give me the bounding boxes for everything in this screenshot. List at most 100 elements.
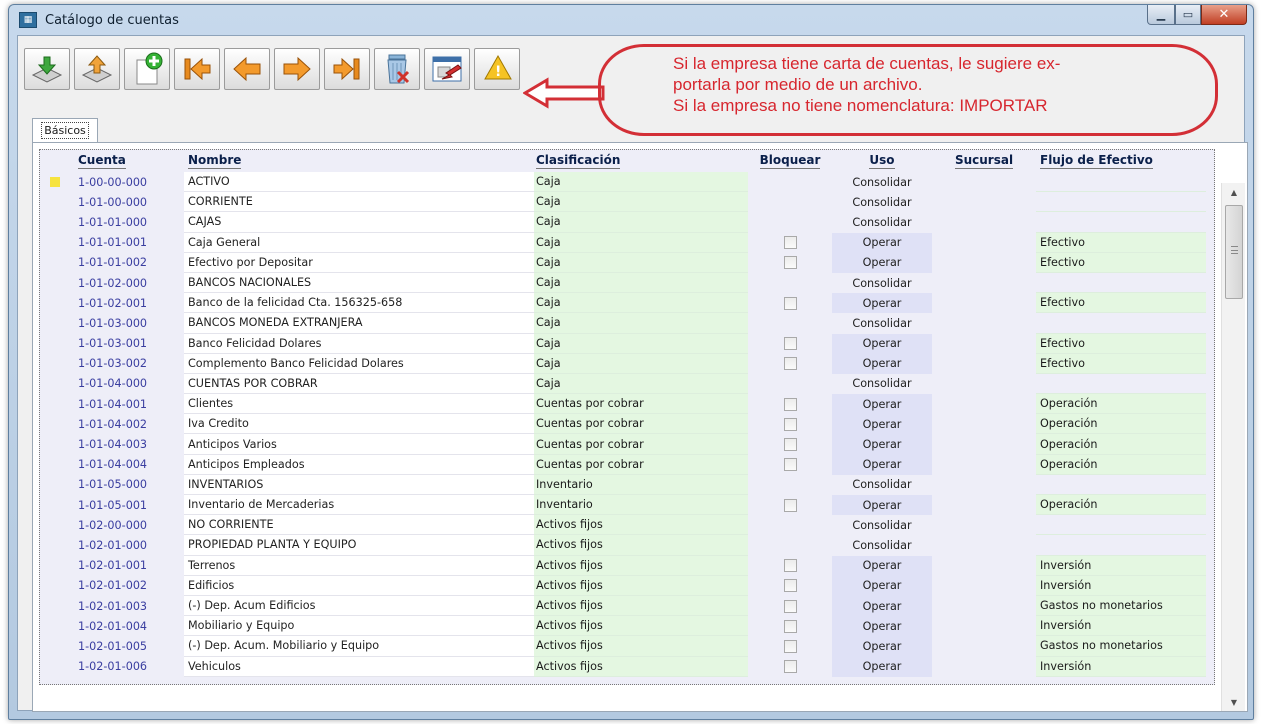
cell-flujo[interactable]: Operación [1036,414,1206,435]
cell-flujo[interactable]: Inversión [1036,616,1206,637]
header-sucursal[interactable]: Sucursal [932,153,1036,169]
cell-bloquear[interactable] [748,475,832,495]
cell-clasificacion[interactable]: Caja [534,313,748,334]
cell-uso[interactable]: Consolidar [832,515,932,535]
export-up-button[interactable] [74,48,120,90]
cell-cuenta[interactable]: 1-01-01-001 [40,233,184,253]
cell-uso[interactable]: Operar [832,555,932,576]
header-uso[interactable]: Uso [832,153,932,169]
import-window-button[interactable] [424,48,470,90]
cell-sucursal[interactable] [932,212,1036,232]
cell-nombre[interactable]: Efectivo por Depositar [184,252,534,273]
scroll-thumb[interactable] [1225,205,1243,299]
cell-sucursal[interactable] [932,616,1036,636]
bloquear-checkbox[interactable] [783,619,797,633]
cell-flujo[interactable] [1036,212,1206,233]
table-row[interactable]: 1-01-02-001 Banco de la felicidad Cta. 15… [40,293,1214,314]
header-nombre[interactable]: Nombre [184,153,534,169]
cell-sucursal[interactable] [932,233,1036,253]
table-row[interactable]: 1-01-02-000 BANCOS NACIONALES Caja Consolid… [40,272,1214,294]
cell-bloquear[interactable] [748,495,832,516]
cell-clasificacion[interactable]: Inventario [534,474,748,495]
cell-uso[interactable]: Consolidar [832,192,932,212]
cell-flujo[interactable]: Efectivo [1036,293,1206,314]
cell-flujo[interactable] [1036,172,1206,193]
cell-sucursal[interactable] [932,354,1036,374]
cell-sucursal[interactable] [932,535,1036,555]
bloquear-checkbox[interactable] [783,397,797,411]
cell-sucursal[interactable] [932,434,1036,454]
cell-clasificacion[interactable]: Activos fijos [534,616,748,637]
cell-sucursal[interactable] [932,556,1036,576]
header-clasificacion[interactable]: Clasificación [534,153,748,169]
cell-flujo[interactable]: Efectivo [1036,232,1206,253]
table-row[interactable]: 1-02-00-000 NO CORRIENTE Activos fijos Cons… [40,515,1214,536]
last-record-button[interactable] [324,48,370,90]
cell-nombre[interactable]: BANCOS NACIONALES [184,272,534,294]
cell-flujo[interactable] [1036,475,1206,495]
maximize-button[interactable]: ▭ [1175,5,1201,25]
cell-clasificacion[interactable]: Cuentas por cobrar [534,394,748,415]
cell-nombre[interactable]: BANCOS MONEDA EXTRANJERA [184,313,534,334]
table-row[interactable]: 1-02-01-006 Vehiculos Activos fijos Operar I… [40,656,1214,677]
cell-flujo[interactable]: Efectivo [1036,252,1206,273]
cell-uso[interactable]: Consolidar [832,212,932,232]
cell-flujo[interactable]: Gastos no monetarios [1036,595,1206,617]
cell-bloquear[interactable] [748,535,832,555]
cell-uso[interactable]: Consolidar [832,313,932,333]
cell-uso[interactable]: Operar [832,293,932,314]
new-record-button[interactable] [124,48,170,90]
cell-cuenta[interactable]: 1-01-05-000 [40,475,184,495]
cell-flujo[interactable]: Operación [1036,434,1206,455]
cell-clasificacion[interactable]: Cuentas por cobrar [534,454,748,475]
cell-bloquear[interactable] [748,313,832,333]
cell-uso[interactable]: Operar [832,394,932,415]
cell-nombre[interactable]: NO CORRIENTE [184,515,534,536]
cell-sucursal[interactable] [932,515,1036,535]
cell-uso[interactable]: Consolidar [832,374,932,394]
bloquear-checkbox[interactable] [783,337,797,351]
table-row[interactable]: 1-01-03-000 BANCOS MONEDA EXTRANJERA Caja C… [40,313,1214,334]
bloquear-checkbox[interactable] [783,599,797,613]
table-row[interactable]: 1-01-04-002 Iva Credito Cuentas por cobrar… [40,414,1214,435]
table-row[interactable]: 1-01-04-001 Clientes Cuentas por cobrar Ope… [40,394,1214,415]
cell-nombre[interactable]: Banco de la felicidad Cta. 156325-658 [184,293,534,314]
cell-flujo[interactable]: Inversión [1036,575,1206,596]
cell-nombre[interactable]: Mobiliario y Equipo [184,616,534,637]
cell-flujo[interactable]: Operación [1036,394,1206,415]
cell-sucursal[interactable] [932,596,1036,616]
bloquear-checkbox[interactable] [783,417,797,431]
table-row[interactable]: 1-01-03-002 Complemento Banco Felicidad D… [40,353,1214,374]
import-down-button[interactable] [24,48,70,90]
cell-bloquear[interactable] [748,353,832,374]
cell-bloquear[interactable] [748,515,832,535]
cell-bloquear[interactable] [748,212,832,232]
cell-bloquear[interactable] [748,656,832,677]
cell-bloquear[interactable] [748,575,832,596]
cell-clasificacion[interactable]: Caja [534,272,748,294]
cell-cuenta[interactable]: 1-01-04-001 [40,394,184,414]
table-row[interactable]: 1-01-04-000 CUENTAS POR COBRAR Caja Consoli… [40,373,1214,395]
cell-sucursal[interactable] [932,334,1036,354]
scroll-down-arrow-icon[interactable]: ▼ [1222,693,1246,711]
cell-uso[interactable]: Operar [832,434,932,455]
cell-bloquear[interactable] [748,273,832,293]
cell-clasificacion[interactable]: Caja [534,232,748,253]
bloquear-checkbox[interactable] [783,559,797,573]
bloquear-checkbox[interactable] [783,639,797,653]
table-row[interactable]: 1-02-01-004 Mobiliario y Equipo Activos fi… [40,616,1214,637]
cell-sucursal[interactable] [932,293,1036,313]
table-row[interactable]: 1-02-01-003 (-) Dep. Acum Edificios Activo… [40,595,1214,617]
table-row[interactable]: 1-01-03-001 Banco Felicidad Dolares Caja Op… [40,333,1214,354]
cell-nombre[interactable]: Anticipos Varios [184,434,534,455]
cell-cuenta[interactable]: 1-01-03-002 [40,354,184,374]
cell-cuenta[interactable]: 1-01-03-001 [40,334,184,354]
cell-bloquear[interactable] [748,192,832,212]
cell-cuenta[interactable]: 1-00-00-000 [40,172,184,192]
cell-uso[interactable]: Operar [832,495,932,516]
cell-cuenta[interactable]: 1-02-01-006 [40,657,184,677]
bloquear-checkbox[interactable] [783,256,797,270]
cell-sucursal[interactable] [932,455,1036,475]
cell-flujo[interactable] [1036,374,1206,395]
cell-cuenta[interactable]: 1-02-01-001 [40,556,184,576]
